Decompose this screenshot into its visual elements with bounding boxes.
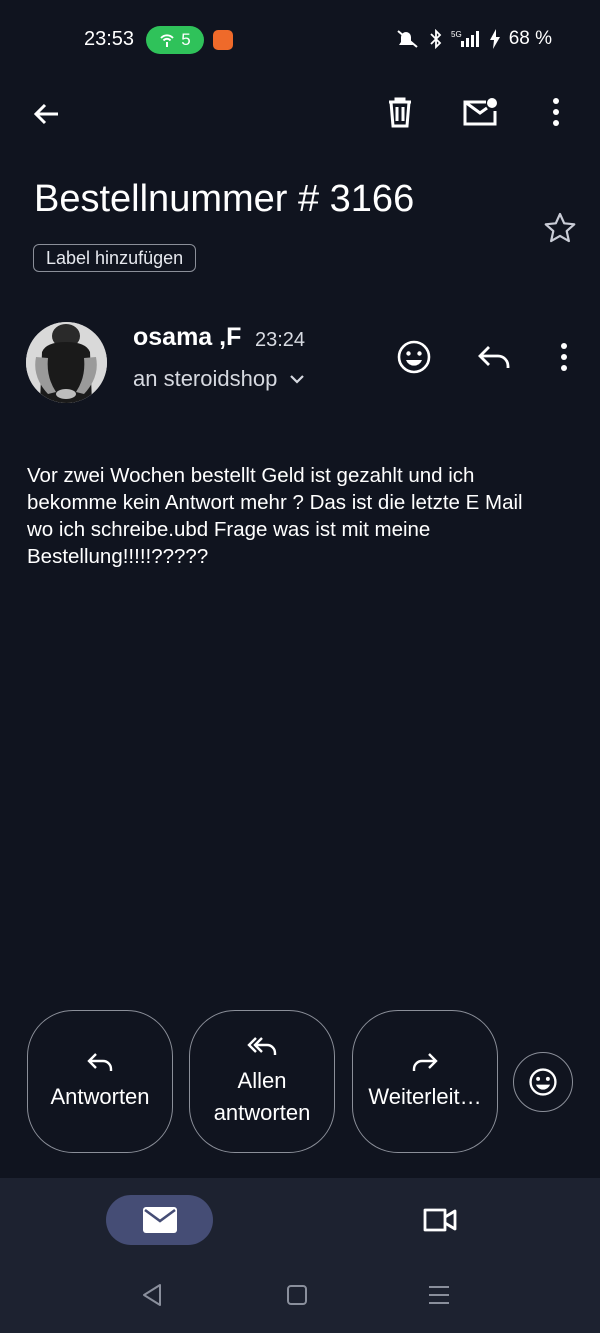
add-label-chip[interactable]: Label hinzufügen bbox=[33, 244, 197, 272]
sender-name[interactable]: osama ,F bbox=[133, 323, 241, 352]
reply-icon bbox=[87, 1052, 113, 1071]
hotspot-count: 5 bbox=[181, 30, 191, 49]
reply-icon bbox=[478, 346, 510, 368]
star-button[interactable] bbox=[538, 206, 582, 250]
received-time: 23:24 bbox=[255, 329, 306, 351]
app-notification-icon bbox=[213, 30, 233, 50]
message-more-button[interactable] bbox=[544, 335, 584, 379]
video-camera-icon bbox=[423, 1208, 457, 1232]
trash-icon bbox=[389, 97, 411, 128]
chevron-down-icon bbox=[290, 375, 305, 384]
system-home-button[interactable] bbox=[282, 1280, 312, 1310]
reply-label: Antworten bbox=[50, 1083, 150, 1109]
more-options-button[interactable] bbox=[532, 88, 580, 136]
triangle-back-icon bbox=[143, 1284, 161, 1306]
star-icon bbox=[544, 212, 576, 243]
reply-all-icon bbox=[247, 1036, 277, 1055]
wifi-hotspot-icon bbox=[160, 34, 174, 47]
reply-button[interactable] bbox=[472, 335, 516, 379]
hotspot-indicator: 5 bbox=[146, 26, 204, 54]
forward-icon bbox=[412, 1052, 438, 1071]
more-vert-icon bbox=[553, 98, 559, 126]
sender-avatar bbox=[26, 322, 107, 403]
mail-icon bbox=[142, 1207, 177, 1233]
menu-lines-icon bbox=[429, 1286, 449, 1304]
5g-signal-icon: 5G bbox=[451, 30, 479, 47]
forward-action-button[interactable]: Weiterleit… bbox=[352, 1010, 498, 1153]
battery-level: 68 % bbox=[508, 28, 552, 49]
nav-mail-tab[interactable] bbox=[106, 1195, 213, 1245]
mark-unread-button[interactable] bbox=[456, 88, 504, 136]
add-reaction-button[interactable] bbox=[392, 335, 436, 379]
reply-all-label-line1: Allen bbox=[237, 1067, 287, 1093]
reply-action-button[interactable]: Antworten bbox=[27, 1010, 173, 1153]
email-subject: Bestellnummer # 3166 bbox=[34, 178, 415, 220]
back-button[interactable] bbox=[22, 90, 70, 138]
reply-all-label-line2: antworten bbox=[213, 1099, 311, 1125]
charging-icon bbox=[489, 29, 500, 49]
react-emoji-button[interactable] bbox=[513, 1052, 573, 1112]
system-back-button[interactable] bbox=[138, 1280, 168, 1310]
mute-icon bbox=[397, 30, 418, 48]
mark-unread-icon bbox=[463, 98, 497, 126]
more-vert-icon bbox=[561, 343, 567, 371]
square-home-icon bbox=[287, 1285, 307, 1305]
forward-label: Weiterleit… bbox=[368, 1083, 482, 1109]
status-time: 23:53 bbox=[84, 28, 135, 50]
emoji-icon bbox=[529, 1068, 557, 1096]
recipient-label: an steroidshop bbox=[133, 366, 278, 391]
svg-text:5G: 5G bbox=[451, 30, 462, 39]
nav-meet-tab[interactable] bbox=[410, 1195, 470, 1245]
delete-button[interactable] bbox=[376, 88, 424, 136]
recipient-details[interactable]: an steroidshop bbox=[133, 366, 305, 392]
emoji-icon bbox=[397, 340, 431, 374]
back-arrow-icon bbox=[33, 103, 58, 125]
bluetooth-icon bbox=[430, 29, 441, 49]
message-body: Vor zwei Wochen bestellt Geld ist gezahl… bbox=[27, 464, 523, 568]
status-icons: 5G 68 % bbox=[395, 28, 552, 50]
system-recents-button[interactable] bbox=[424, 1280, 454, 1310]
reply-all-action-button[interactable]: Allen antworten bbox=[189, 1010, 335, 1153]
